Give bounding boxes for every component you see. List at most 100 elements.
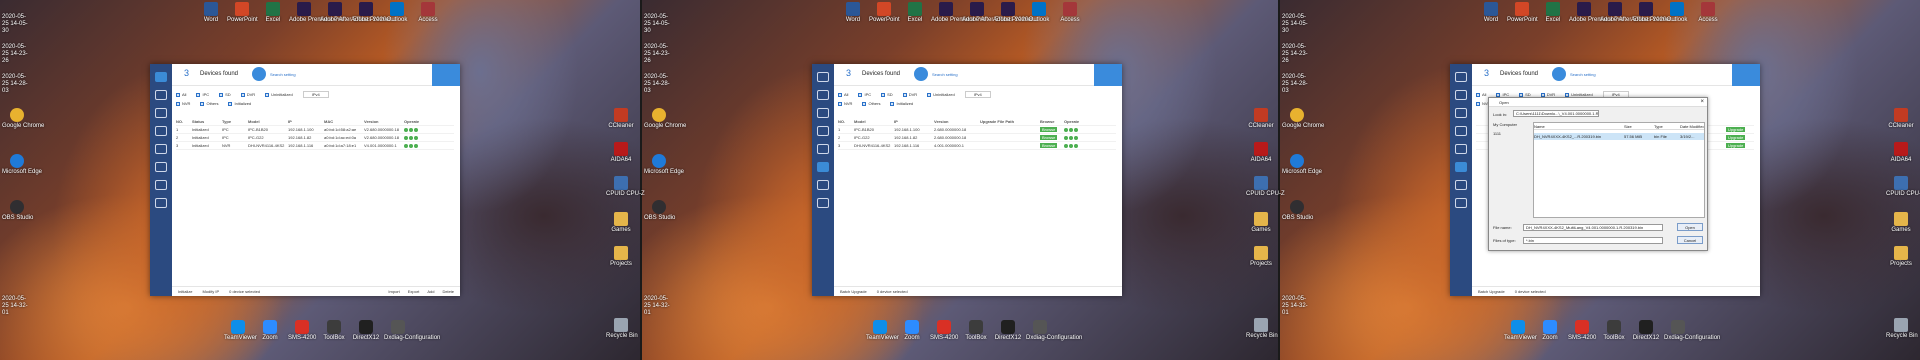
- info-icon[interactable]: [1074, 127, 1078, 132]
- desktop-shortcut-icon[interactable]: Microsoft Edge: [1282, 154, 1322, 176]
- desktop-shortcut-icon[interactable]: Dxdiag-Configuration: [1026, 320, 1082, 341]
- sidebar-icon[interactable]: [155, 126, 167, 136]
- sidebar-icon[interactable]: [817, 144, 829, 154]
- table-row[interactable]: 2 IPC-G22 192.168.1.82 2.680.0000000.18 Brow…: [838, 134, 1116, 142]
- desktop-shortcut-icon[interactable]: CPUID CPU-Z: [1886, 176, 1920, 198]
- sidebar-icon[interactable]: [817, 90, 829, 100]
- desktop-shortcut-icon[interactable]: CPUID CPU-Z: [1246, 176, 1285, 198]
- info-icon[interactable]: [414, 135, 418, 140]
- desktop-shortcut-icon[interactable]: SMS-4200: [930, 320, 958, 341]
- filter-checkbox[interactable]: NVR: [838, 101, 852, 106]
- browse-button[interactable]: Browse: [1040, 135, 1058, 141]
- edit-icon[interactable]: [404, 143, 408, 148]
- desktop-shortcut-icon[interactable]: Outlook: [1024, 2, 1054, 24]
- window-controls[interactable]: [1094, 64, 1122, 86]
- checkbox-icon[interactable]: [890, 101, 895, 106]
- desktop-shortcut-icon[interactable]: Google Chrome: [2, 108, 44, 130]
- filter-checkbox[interactable]: All: [1476, 92, 1486, 97]
- desktop-shortcut-icon[interactable]: Dxdiag-Configuration: [1664, 320, 1720, 341]
- table-row[interactable]: 1 IPC-B1B20 192.168.1.100 2.680.0000000.18 B…: [838, 126, 1116, 134]
- desktop-shortcut-icon[interactable]: Projects: [606, 246, 636, 268]
- sidebar-icon[interactable]: [817, 180, 829, 190]
- checkbox-icon[interactable]: [927, 92, 932, 97]
- sidebar-icon[interactable]: [817, 126, 829, 136]
- desktop-shortcut-icon[interactable]: CPUID CPU-Z: [606, 176, 645, 198]
- web-icon[interactable]: [1069, 143, 1073, 148]
- checkbox-icon[interactable]: [858, 92, 863, 97]
- desktop-shortcut-icon[interactable]: PowerPoint: [869, 2, 900, 24]
- edit-icon[interactable]: [404, 127, 408, 132]
- sidebar-icon[interactable]: [1455, 162, 1467, 172]
- filter-checkbox[interactable]: Others: [200, 101, 218, 106]
- sidebar-icon[interactable]: [817, 198, 829, 208]
- filter-checkbox[interactable]: All: [176, 92, 186, 97]
- sidebar-icon[interactable]: [1455, 144, 1467, 154]
- sidebar-icon[interactable]: [817, 108, 829, 118]
- place-item[interactable]: 1111: [1493, 131, 1529, 136]
- desktop-shortcut-icon[interactable]: Access: [413, 2, 443, 24]
- desktop-shortcut-icon[interactable]: SMS-4200: [288, 320, 316, 341]
- desktop-shortcut-icon[interactable]: Games: [1886, 212, 1916, 234]
- checkbox-icon[interactable]: [200, 101, 205, 106]
- desktop-shortcut-icon[interactable]: Excel: [258, 2, 288, 24]
- window-controls[interactable]: [1732, 64, 1760, 86]
- desktop-shortcut-icon[interactable]: Word: [1476, 2, 1506, 24]
- footer-action-button[interactable]: Export: [408, 289, 420, 294]
- desktop-shortcut-icon[interactable]: Word: [838, 2, 868, 24]
- desktop-shortcut-icon[interactable]: Outlook: [382, 2, 412, 24]
- checkbox-icon[interactable]: [176, 101, 180, 106]
- desktop-shortcut-icon[interactable]: PowerPoint: [1507, 2, 1538, 24]
- checkbox-icon[interactable]: [240, 92, 245, 97]
- search-setting-link[interactable]: Search setting: [270, 72, 296, 77]
- sidebar-icon[interactable]: [155, 90, 167, 100]
- desktop-shortcut-icon[interactable]: DirectX12: [994, 320, 1022, 341]
- search-setting-link[interactable]: Search setting: [1570, 72, 1596, 77]
- desktop-shortcut-icon[interactable]: Recycle Bin: [606, 318, 638, 340]
- place-item[interactable]: My Computer: [1493, 122, 1529, 127]
- desktop-shortcut-icon[interactable]: Excel: [900, 2, 930, 24]
- desktop-shortcut-icon[interactable]: Access: [1693, 2, 1723, 24]
- desktop-shortcut-icon[interactable]: Adobe Premier...: [993, 2, 1038, 24]
- filter-checkbox[interactable]: DVR: [240, 92, 255, 97]
- file-name-input[interactable]: DH_NVR4XXX-4KS2_MultiLang_V4.001.0000000…: [1523, 224, 1663, 231]
- desktop-shortcut-icon[interactable]: Adobe After Effects 2020: [1600, 2, 1666, 24]
- desktop-shortcut-icon[interactable]: AIDA64: [606, 142, 636, 164]
- desktop-shortcut-icon[interactable]: Zoom: [1536, 320, 1564, 341]
- desktop-shortcut-icon[interactable]: AIDA64: [1246, 142, 1276, 164]
- desktop-shortcut-icon[interactable]: Zoom: [898, 320, 926, 341]
- desktop-shortcut-icon[interactable]: Projects: [1886, 246, 1916, 268]
- desktop-shortcut-icon[interactable]: Excel: [1538, 2, 1568, 24]
- desktop-shortcut-icon[interactable]: Adobe After Effects 2020: [962, 2, 1028, 24]
- checkbox-icon[interactable]: [1476, 92, 1480, 97]
- desktop-shortcut-icon[interactable]: Adobe Premier...: [1631, 2, 1676, 24]
- footer-button[interactable]: Batch Upgrade: [1478, 289, 1505, 294]
- look-in-select[interactable]: C:\Users\1111\Downlo...\_V4.001.0000000.…: [1513, 110, 1599, 117]
- table-row[interactable]: 3 DHI-NVR4116-4KS2 192.168.1.116 4.001.0000…: [838, 142, 1116, 150]
- filter-checkbox[interactable]: Initialized: [228, 101, 251, 106]
- table-row[interactable]: 2 Initialized IPC IPC-G22 192.168.1.82 a0:bd:…: [176, 134, 454, 142]
- sidebar-icon[interactable]: [155, 144, 167, 154]
- footer-action-button[interactable]: Add: [427, 289, 434, 294]
- filter-checkbox[interactable]: Others: [862, 101, 880, 106]
- desktop-shortcut-icon[interactable]: CCleaner: [1246, 108, 1276, 130]
- desktop-shortcut-icon[interactable]: SMS-4200: [1568, 320, 1596, 341]
- upgrade-button[interactable]: Upgrade: [1726, 143, 1746, 149]
- edit-icon[interactable]: [1064, 127, 1068, 132]
- checkbox-icon[interactable]: [1476, 101, 1480, 106]
- sidebar-icon[interactable]: [1455, 72, 1467, 82]
- info-icon[interactable]: [414, 143, 418, 148]
- web-icon[interactable]: [409, 127, 413, 132]
- refresh-icon[interactable]: [252, 67, 266, 81]
- desktop-shortcut-icon[interactable]: AIDA64: [1886, 142, 1916, 164]
- desktop-shortcut-icon[interactable]: Google Chrome: [1282, 108, 1324, 130]
- desktop-shortcut-icon[interactable]: Projects: [1246, 246, 1276, 268]
- desktop-shortcut-icon[interactable]: Word: [196, 2, 226, 24]
- checkbox-icon[interactable]: [196, 92, 201, 97]
- desktop-shortcut-icon[interactable]: Adobe Premiere Pro: [931, 2, 985, 24]
- checkbox-icon[interactable]: [838, 101, 842, 106]
- table-row[interactable]: 3 Initialized NVR DHI-NVR4116-4KS2 192.168.1…: [176, 142, 454, 150]
- filter-checkbox[interactable]: SD: [881, 92, 893, 97]
- desktop-shortcut-icon[interactable]: Recycle Bin: [1886, 318, 1918, 340]
- desktop-shortcut-icon[interactable]: TeamViewer: [1504, 320, 1537, 341]
- ip-version-select[interactable]: IPv4: [964, 91, 991, 98]
